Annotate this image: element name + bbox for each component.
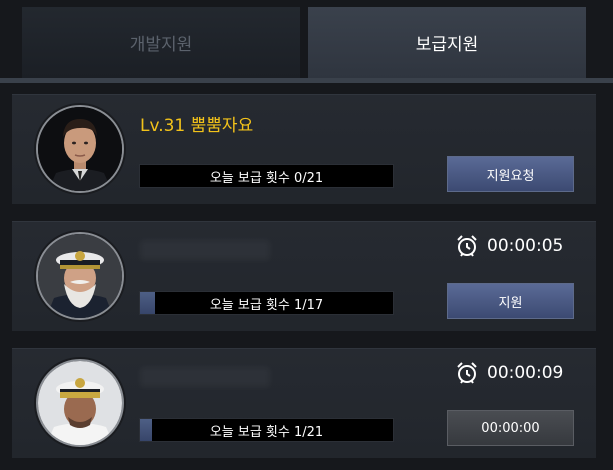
request-support-label: 지원요청 (486, 168, 535, 184)
support-cooldown-label: 00:00:00 (481, 420, 540, 436)
supply-entry-1: Lv.31 뿜뿜자요 오늘 보급 횟수 0/21 지원요청 (12, 94, 596, 204)
alarm-clock-icon (457, 235, 477, 257)
officer-portrait-icon (36, 105, 124, 193)
supply-entry-2: 00:00:05 오늘 보급 횟수 1/17 지원 (12, 221, 596, 331)
tab-development-support-label: 개발지원 (129, 35, 193, 55)
player-name-hidden (140, 240, 270, 260)
supply-count-bar: 오늘 보급 횟수 1/21 (139, 418, 394, 442)
tab-supply-support-label: 보급지원 (415, 35, 479, 55)
support-button[interactable]: 지원 (447, 283, 574, 319)
cooldown-timer-text: 00:00:09 (487, 363, 564, 383)
cooldown-timer: 00:00:05 (455, 234, 563, 258)
admiral-portrait-icon (36, 359, 124, 447)
supply-count-bar: 오늘 보급 횟수 0/21 (139, 164, 394, 188)
cooldown-timer-text: 00:00:05 (487, 236, 564, 256)
tab-divider (0, 78, 613, 83)
supply-count-text: 오늘 보급 횟수 1/21 (209, 424, 324, 440)
tab-supply-support[interactable]: 보급지원 (308, 7, 586, 78)
cooldown-timer: 00:00:09 (455, 361, 563, 385)
request-support-button[interactable]: 지원요청 (447, 156, 574, 192)
alarm-clock-icon (457, 362, 477, 384)
captain-portrait-icon (36, 232, 124, 320)
player-name: Lv.31 뿜뿜자요 (140, 116, 254, 136)
supply-entry-3: 00:00:09 오늘 보급 횟수 1/21 00:00:00 (12, 348, 596, 458)
support-cooldown-button[interactable]: 00:00:00 (447, 410, 574, 446)
supply-count-text: 오늘 보급 횟수 1/17 (209, 297, 324, 313)
support-panel: 개발지원 보급지원 Lv.31 뿜뿜자요 오늘 보급 횟수 0/21 지원요청 … (0, 0, 613, 470)
player-name-hidden (140, 367, 270, 387)
supply-count-text: 오늘 보급 횟수 0/21 (209, 170, 324, 186)
support-button-label: 지원 (498, 295, 523, 311)
supply-count-bar: 오늘 보급 횟수 1/17 (139, 291, 394, 315)
tab-development-support[interactable]: 개발지원 (22, 7, 300, 78)
